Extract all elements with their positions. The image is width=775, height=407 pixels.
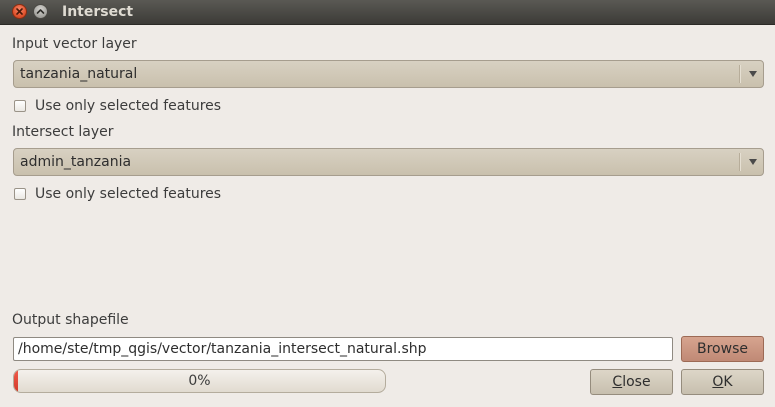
intersect-layer-label: Intersect layer [12, 124, 114, 140]
intersect-layer-value: admin_tanzania [20, 154, 132, 170]
combo-separator [739, 65, 741, 83]
browse-button[interactable]: Browse [681, 336, 764, 362]
input-layer-value: tanzania_natural [20, 66, 138, 82]
input-layer-combo[interactable]: tanzania_natural [13, 60, 764, 88]
close-mnemonic: C [612, 374, 623, 390]
title-bar: Intersect [0, 0, 775, 25]
output-shapefile-value: /home/ste/tmp_qgis/vector/tanzania_inter… [18, 341, 427, 357]
ok-button[interactable]: OK [681, 369, 764, 395]
combo-separator [739, 153, 741, 171]
input-selected-only-label: Use only selected features [35, 98, 222, 114]
window-title: Intersect [62, 4, 134, 20]
ok-label-rest: K [723, 374, 733, 390]
close-label-rest: lose [622, 374, 651, 390]
window-close-button[interactable] [12, 4, 27, 19]
progress-bar: 0% [13, 369, 386, 393]
output-shapefile-input[interactable]: /home/ste/tmp_qgis/vector/tanzania_inter… [13, 337, 673, 361]
output-shapefile-label: Output shapefile [12, 312, 129, 328]
chevron-down-icon [749, 71, 757, 77]
window-maximize-button[interactable] [33, 4, 48, 19]
maximize-icon [36, 9, 45, 14]
input-layer-label: Input vector layer [12, 36, 137, 52]
input-selected-only-checkbox[interactable] [14, 100, 26, 112]
intersect-layer-combo[interactable]: admin_tanzania [13, 148, 764, 176]
close-button[interactable]: Close [590, 369, 673, 395]
progress-text: 0% [188, 373, 211, 389]
chevron-down-icon [749, 159, 757, 165]
intersect-selected-only-label: Use only selected features [35, 186, 222, 202]
ok-mnemonic: O [712, 374, 724, 390]
close-icon [16, 8, 23, 15]
intersect-selected-only-checkbox[interactable] [14, 188, 26, 200]
